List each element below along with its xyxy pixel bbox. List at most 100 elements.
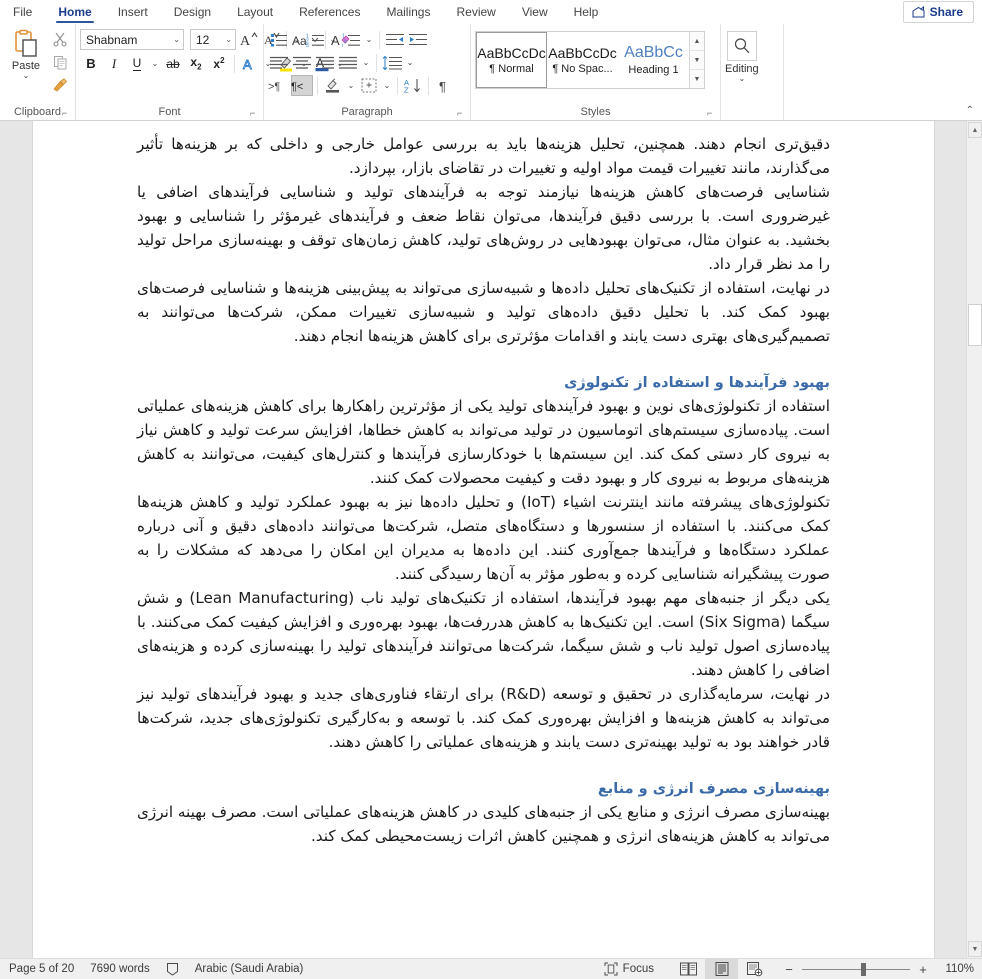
copy-button[interactable] [49,52,71,73]
editing-body: Editing ⌄ [725,27,779,105]
styles-scroll-up-button[interactable]: ▲ [690,32,704,51]
style-name: ¶ No Spac... [552,63,613,75]
sort-button[interactable]: AZ [402,75,424,96]
tab-help[interactable]: Help [561,0,612,24]
bullets-button[interactable] [268,29,290,50]
format-painter-button[interactable] [49,75,71,96]
underline-dropdown[interactable]: ⌄ [149,53,161,74]
align-right-button[interactable] [314,52,336,73]
decrease-indent-button[interactable] [384,29,406,50]
numbering-button[interactable]: 123 [304,29,326,50]
svg-text:A: A [240,34,251,48]
cut-button[interactable] [49,29,71,50]
tab-mailings[interactable]: Mailings [373,0,443,24]
dialog-launcher-icon[interactable]: ⌐ [457,108,468,119]
italic-button[interactable]: I [103,53,125,74]
borders-icon [361,78,377,93]
tab-label: Design [173,5,212,19]
share-button[interactable]: Share [902,1,974,23]
style-item-no-spacing[interactable]: AaBbCcDc ¶ No Spac... [547,32,618,88]
scrollbar-thumb[interactable] [968,304,982,346]
show-paragraph-marks-button[interactable]: ¶ [433,75,455,96]
align-left-button[interactable] [268,52,290,73]
bullets-dropdown[interactable]: ⌄ [291,29,303,50]
collapse-ribbon-button[interactable]: ⌃ [966,105,974,116]
dialog-launcher-icon[interactable]: ⌐ [250,108,261,119]
web-layout-button[interactable] [738,959,771,979]
tab-label: Home [58,5,92,19]
subscript-button[interactable]: x2 [185,53,207,74]
scroll-up-button[interactable]: ▲ [968,122,982,138]
status-right: Focus − + 110% [604,959,982,979]
align-center-button[interactable] [291,52,313,73]
print-layout-button[interactable] [705,959,738,979]
zoom-level-label[interactable]: 110% [936,963,974,975]
zoom-out-button[interactable]: − [783,962,795,977]
text-effects-button[interactable]: A [239,53,261,74]
shading-dropdown[interactable]: ⌄ [345,75,357,96]
justify-button[interactable] [337,52,359,73]
line-spacing-dropdown[interactable]: ⌄ [404,52,416,73]
style-item-heading-1[interactable]: AaBbCс Heading 1 [618,32,689,88]
paragraph: شناسایی فرصت‌های کاهش هزینه‌ها نیازمند ت… [137,183,830,273]
web-layout-icon [746,961,763,977]
word-count-status[interactable]: 7690 words [90,963,149,975]
chevron-down-icon: ▼ [693,56,701,64]
style-item-normal[interactable]: AaBbCcDc ¶ Normal [476,32,547,88]
svg-text:>¶: >¶ [268,81,280,93]
strikethrough-button[interactable]: ab [162,53,184,74]
dialog-launcher-icon[interactable]: ⌐ [62,108,73,119]
font-size-combobox[interactable]: 12 ⌄ [190,29,236,50]
tab-references[interactable]: References [286,0,373,24]
tab-file[interactable]: File [0,0,45,24]
align-center-icon [293,56,311,70]
line-spacing-button[interactable] [381,52,403,73]
underline-label: U [132,56,142,71]
tab-view[interactable]: View [509,0,561,24]
grow-font-button[interactable]: A [237,29,259,50]
font-name-combobox[interactable]: Shabnam ⌄ [80,29,184,50]
borders-button[interactable] [358,75,380,96]
focus-mode-button[interactable]: Focus [604,962,654,976]
shading-button[interactable] [322,75,344,96]
rtl-button[interactable]: ¶< [291,75,313,96]
chevron-down-icon[interactable]: ⌄ [23,72,30,80]
tab-insert[interactable]: Insert [105,0,161,24]
vertical-scrollbar[interactable]: ▲ ▼ [966,121,982,958]
paragraph: تکنولوژی‌های پیشرفته مانند اینترنت اشیاء… [137,493,830,583]
justify-dropdown[interactable]: ⌄ [360,52,372,73]
underline-button[interactable]: U [126,53,148,74]
editing-button[interactable]: Editing ⌄ [725,27,759,105]
ltr-button[interactable]: >¶ [268,75,290,96]
proofing-status[interactable] [166,962,179,976]
document-body[interactable]: دقیق‌تری انجام دهند. همچنین، تحلیل هزینه… [137,121,830,848]
tab-layout[interactable]: Layout [224,0,286,24]
zoom-in-button[interactable]: + [917,962,929,977]
page-number-status[interactable]: Page 5 of 20 [9,963,74,975]
paste-button[interactable]: Paste ⌄ [4,27,48,105]
tab-home[interactable]: Home [45,0,104,24]
format-painter-icon [52,78,68,93]
multilevel-list-button[interactable]: 1ai [340,29,362,50]
read-mode-button[interactable] [672,959,705,979]
superscript-button[interactable]: x2 [208,53,230,74]
zoom-slider-handle[interactable] [861,962,866,976]
increase-indent-icon [409,33,427,47]
tab-design[interactable]: Design [161,0,224,24]
chevron-down-icon[interactable]: ⌄ [738,75,745,83]
styles-more-button[interactable]: ▼ [690,70,704,88]
document-page[interactable]: دقیق‌تری انجام دهند. همچنین، تحلیل هزینه… [33,121,934,958]
triangle-down-icon: ▼ [971,945,979,953]
multilevel-dropdown[interactable]: ⌄ [363,29,375,50]
language-status[interactable]: Arabic (Saudi Arabia) [195,963,304,975]
zoom-slider[interactable] [802,962,910,976]
dialog-launcher-icon[interactable]: ⌐ [707,108,718,119]
numbering-dropdown[interactable]: ⌄ [327,29,339,50]
tab-review[interactable]: Review [443,0,508,24]
increase-indent-button[interactable] [407,29,429,50]
chevron-down-icon: ⌄ [293,35,301,44]
scroll-down-button[interactable]: ▼ [968,941,982,957]
styles-scroll-down-button[interactable]: ▼ [690,51,704,70]
bold-button[interactable]: B [80,53,102,74]
borders-dropdown[interactable]: ⌄ [381,75,393,96]
